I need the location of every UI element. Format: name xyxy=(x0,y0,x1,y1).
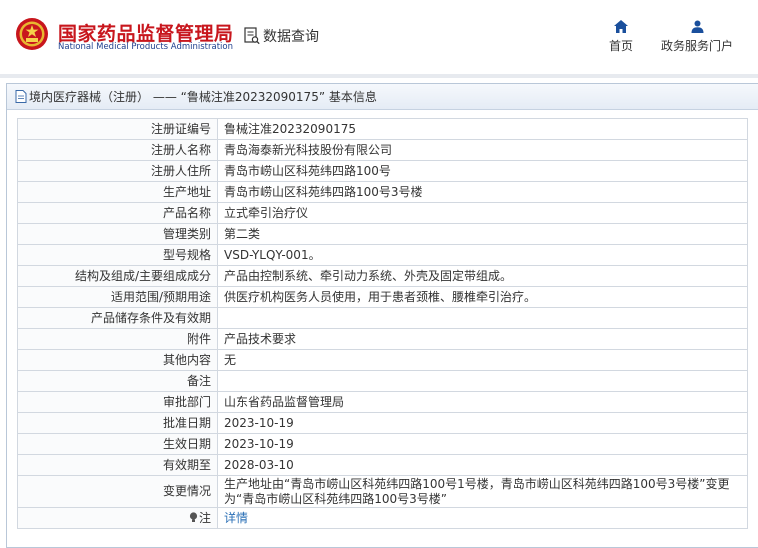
field-label: 生产地址 xyxy=(17,181,218,203)
breadcrumb-text: 境内医疗器械（注册） —— “鲁械注准20232090175” 基本信息 xyxy=(29,90,377,104)
table-row: 其他内容无 xyxy=(17,349,748,371)
table-row: 审批部门 山东省药品监督管理局 xyxy=(17,391,748,413)
field-value: 立式牵引治疗仪 xyxy=(217,202,748,224)
table-row: 注册人住所 青岛市崂山区科苑纬四路100号 xyxy=(17,160,748,182)
note-value-cell: 详情 xyxy=(217,507,748,529)
table-row: 生效日期 2023-10-19 xyxy=(17,433,748,455)
field-value: 山东省药品监督管理局 xyxy=(217,391,748,413)
table-row: 有效期至 2028-03-10 xyxy=(17,454,748,476)
field-label: 生效日期 xyxy=(17,433,218,455)
nav-home-label: 首页 xyxy=(608,39,633,53)
field-value: 2028-03-10 xyxy=(217,454,748,476)
nav-home-button[interactable]: 首页 xyxy=(606,20,636,54)
table-row: 产品名称 立式牵引治疗仪 xyxy=(17,202,748,224)
field-label: 注册人名称 xyxy=(17,139,218,161)
field-value: 青岛市崂山区科苑纬四路100号 xyxy=(217,160,748,182)
field-value: 生产地址由“青岛市崂山区科苑纬四路100号1号楼，青岛市崂山区科苑纬四路100号… xyxy=(217,475,748,508)
field-value xyxy=(217,370,748,392)
table-row: 注册证编号 鲁械注准20232090175 xyxy=(17,118,748,140)
breadcrumb: 境内医疗器械（注册） —— “鲁械注准20232090175” 基本信息 xyxy=(7,84,758,110)
field-value: 青岛海泰新光科技股份有限公司 xyxy=(217,139,748,161)
field-label: 其他内容 xyxy=(17,349,218,371)
field-value: 产品技术要求 xyxy=(217,328,748,350)
field-value xyxy=(217,307,748,329)
field-label: 型号规格 xyxy=(17,244,218,266)
field-value: 供医疗机构医务人员使用，用于患者颈椎、腰椎牵引治疗。 xyxy=(217,286,748,308)
document-search-icon xyxy=(244,27,260,45)
nav-portal-button[interactable]: 政务服务门户 xyxy=(660,20,734,54)
table-row: 结构及组成/主要组成成分 产品由控制系统、牵引动力系统、外壳及固定带组成。 xyxy=(17,265,748,287)
table-row: 管理类别 第二类 xyxy=(17,223,748,245)
table-row: 生产地址 青岛市崂山区科苑纬四路100号3号楼 xyxy=(17,181,748,203)
field-label: 变更情况 xyxy=(17,475,218,508)
field-label: 注册人住所 xyxy=(17,160,218,182)
table-row: 产品储存条件及有效期 xyxy=(17,307,748,329)
header-divider xyxy=(0,74,758,78)
national-emblem-icon xyxy=(16,18,48,50)
field-label: 适用范围/预期用途 xyxy=(17,286,218,308)
table-row: 型号规格 VSD-YLQY-001。 xyxy=(17,244,748,266)
field-value: 2023-10-19 xyxy=(217,412,748,434)
field-label: 结构及组成/主要组成成分 xyxy=(17,265,218,287)
field-value: 无 xyxy=(217,349,748,371)
site-header: 国家药品监督管理局 National Medical Products Admi… xyxy=(0,0,758,74)
info-panel: 境内医疗器械（注册） —— “鲁械注准20232090175” 基本信息 注册证… xyxy=(6,83,758,548)
field-label: 备注 xyxy=(17,370,218,392)
field-value: 2023-10-19 xyxy=(217,433,748,455)
table-row: 备注 xyxy=(17,370,748,392)
table-row: 注册人名称 青岛海泰新光科技股份有限公司 xyxy=(17,139,748,161)
data-query-label: 数据查询 xyxy=(263,29,319,45)
field-value: 鲁械注准20232090175 xyxy=(217,118,748,140)
table-row: 适用范围/预期用途 供医疗机构医务人员使用，用于患者颈椎、腰椎牵引治疗。 xyxy=(17,286,748,308)
note-label-cell: 注 xyxy=(17,507,218,529)
note-label: 注 xyxy=(198,510,211,525)
field-label: 管理类别 xyxy=(17,223,218,245)
field-label: 注册证编号 xyxy=(17,118,218,140)
document-icon xyxy=(15,90,27,103)
field-value: VSD-YLQY-001。 xyxy=(217,244,748,266)
info-table: 注册证编号 鲁械注准20232090175 注册人名称 青岛海泰新光科技股份有限公司注… xyxy=(17,118,748,529)
home-icon xyxy=(614,20,628,33)
field-label: 附件 xyxy=(17,328,218,350)
data-query-link[interactable]: 数据查询 xyxy=(244,26,319,46)
table-row: 批准日期 2023-10-19 xyxy=(17,412,748,434)
field-label: 批准日期 xyxy=(17,412,218,434)
lightbulb-icon xyxy=(189,511,198,522)
brand-subtitle: National Medical Products Administration xyxy=(58,42,233,52)
field-label: 产品名称 xyxy=(17,202,218,224)
field-value: 第二类 xyxy=(217,223,748,245)
table-row: 变更情况 生产地址由“青岛市崂山区科苑纬四路100号1号楼，青岛市崂山区科苑纬四路… xyxy=(17,475,748,508)
field-label: 有效期至 xyxy=(17,454,218,476)
table-row: 注详情 xyxy=(17,507,748,529)
field-value: 青岛市崂山区科苑纬四路100号3号楼 xyxy=(217,181,748,203)
user-icon xyxy=(691,20,703,33)
field-label: 产品储存条件及有效期 xyxy=(17,307,218,329)
table-row: 附件 产品技术要求 xyxy=(17,328,748,350)
field-value: 产品由控制系统、牵引动力系统、外壳及固定带组成。 xyxy=(217,265,748,287)
field-label: 审批部门 xyxy=(17,391,218,413)
detail-link[interactable]: 详情 xyxy=(224,511,248,525)
nav-portal-label: 政务服务门户 xyxy=(660,39,733,53)
